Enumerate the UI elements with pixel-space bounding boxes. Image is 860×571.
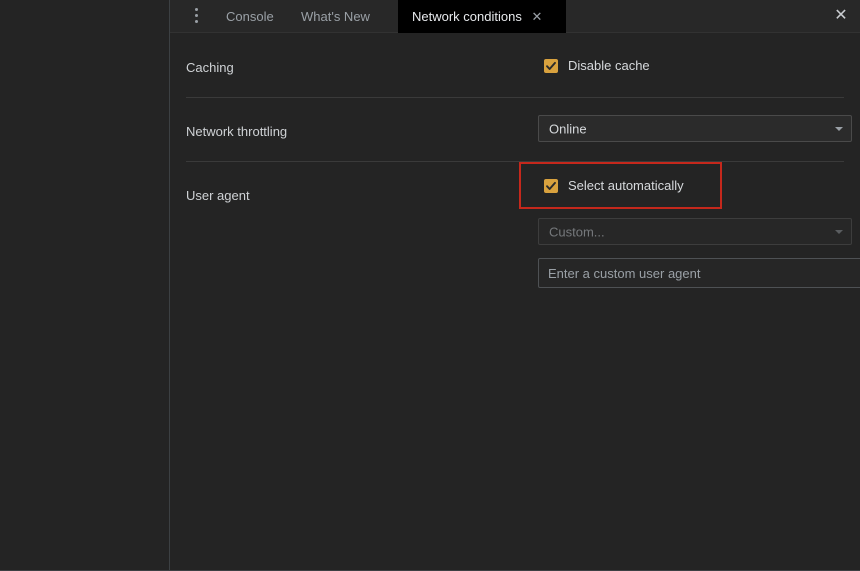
user-agent-preset-select[interactable]: Custom...	[538, 218, 852, 245]
user-agent-label: User agent	[186, 188, 250, 203]
tab-whats-new-label: What's New	[301, 9, 370, 24]
row-caching: Caching Disable cache	[170, 33, 860, 97]
disable-cache-label: Disable cache	[568, 58, 650, 73]
row-user-agent: User agent Select automatically Custom..…	[170, 161, 860, 361]
network-throttling-select[interactable]: Online	[538, 115, 852, 142]
tab-network-conditions[interactable]: Network conditions ✕	[398, 0, 566, 33]
caching-label: Caching	[186, 60, 234, 75]
checkbox-checked-icon	[544, 58, 558, 73]
row-network-throttling: Network throttling Online	[170, 97, 860, 161]
network-conditions-drawer: Console What's New Network conditions ✕ …	[170, 0, 860, 571]
chevron-down-icon	[835, 126, 843, 131]
tab-console[interactable]: Console	[213, 0, 287, 33]
tab-whats-new[interactable]: What's New	[288, 0, 383, 33]
tab-network-conditions-label: Network conditions	[412, 9, 522, 24]
disable-cache-checkbox[interactable]: Disable cache	[544, 58, 650, 73]
network-throttling-label: Network throttling	[186, 124, 288, 139]
network-throttling-value: Online	[549, 121, 587, 136]
left-panel	[0, 0, 170, 571]
chevron-down-icon	[835, 229, 843, 234]
select-automatically-checkbox[interactable]: Select automatically	[544, 178, 684, 193]
tab-close-icon[interactable]: ✕	[531, 9, 542, 24]
devtools-drawer-window: Console What's New Network conditions ✕ …	[0, 0, 860, 571]
checkbox-checked-icon	[544, 178, 558, 193]
close-icon[interactable]: ✕	[830, 5, 852, 27]
drawer-tabbar: Console What's New Network conditions ✕ …	[170, 0, 860, 33]
user-agent-preset-value: Custom...	[549, 224, 605, 239]
more-vertical-icon[interactable]	[188, 8, 204, 25]
select-automatically-label: Select automatically	[568, 178, 684, 193]
custom-user-agent-input[interactable]	[538, 258, 860, 288]
tab-console-label: Console	[226, 9, 274, 24]
settings-content: Caching Disable cache Network throttling…	[170, 33, 860, 571]
